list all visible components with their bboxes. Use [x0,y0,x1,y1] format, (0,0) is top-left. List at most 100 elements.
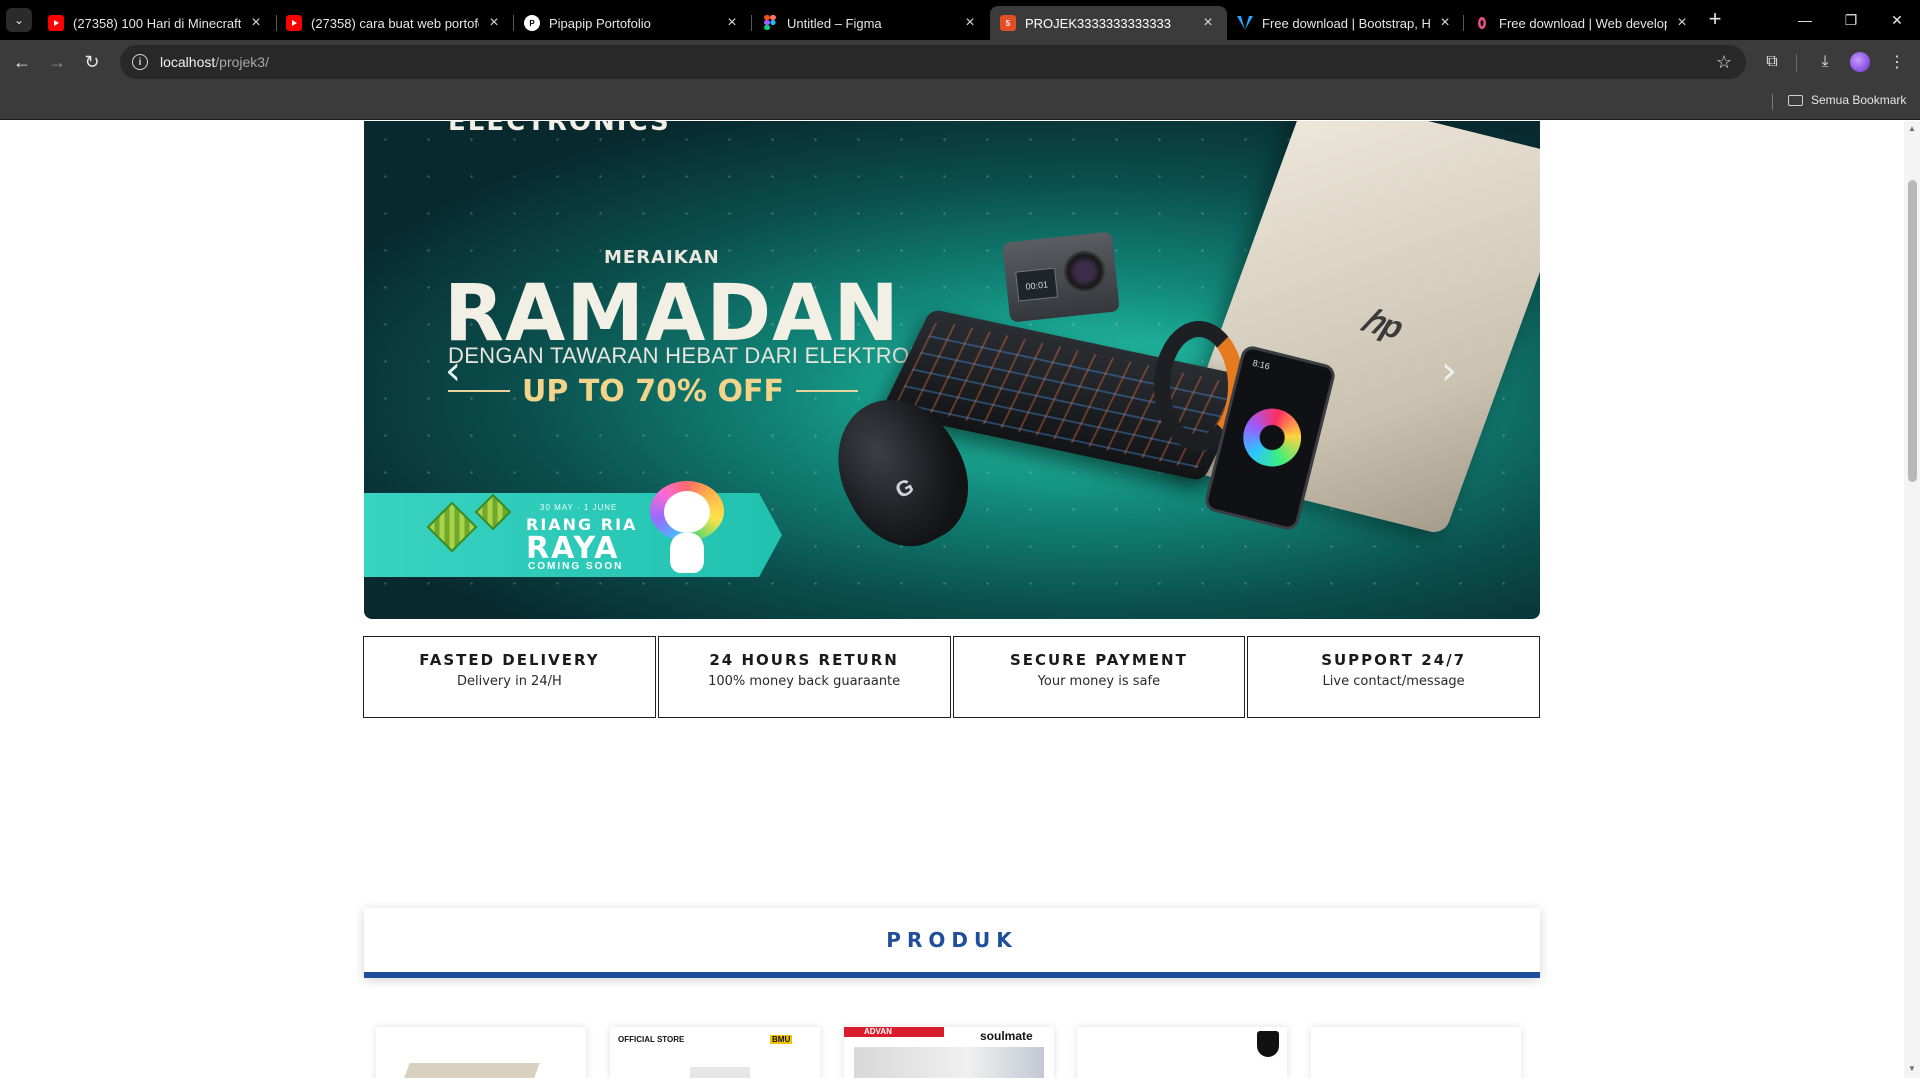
close-icon[interactable]: × [485,14,503,32]
close-icon[interactable]: × [1436,14,1454,32]
tab-youtube-minecraft[interactable]: (27358) 100 Hari di Minecraft H × [38,6,275,40]
carousel-next-button[interactable]: › [1434,351,1464,391]
laptop-logo-icon: ℎp [1357,302,1409,346]
site-info-icon[interactable]: i [132,54,148,70]
product-card[interactable]: OFFICIAL STORE BMU [610,1027,820,1078]
mascot-face [664,491,710,533]
phone-wallpaper [1237,402,1308,473]
close-icon[interactable]: × [723,14,741,32]
hero-carousel: ELECTRONICS MERAIKAN RAMADAN DENGAN TAWA… [364,121,1540,619]
offer-rule [795,390,859,392]
brand-badge: BMU [770,1035,793,1044]
mouse-logo-icon: G [891,473,918,504]
youtube-icon [48,15,64,31]
feature-title: SUPPORT 24/7 [1321,651,1467,669]
tab-title: Free download | Bootstrap, HD [1262,15,1430,31]
figma-icon [762,15,778,31]
close-icon[interactable]: × [1199,14,1217,32]
tab-pipapip-portofolio[interactable]: P Pipapip Portofolio × [514,6,751,40]
product-image [402,1063,540,1078]
menu-icon[interactable]: ⋮ [1882,47,1912,77]
close-icon[interactable]: × [961,14,979,32]
reload-button[interactable]: ↻ [77,47,107,77]
youtube-icon [286,15,302,31]
hero-brand: ELECTRONICS [448,121,671,137]
camera-screen: 00:01 [1015,267,1059,302]
profile-avatar[interactable] [1850,52,1870,72]
official-store-badge: OFFICIAL STORE [618,1035,685,1044]
soulmate-label: soulmate [980,1029,1033,1043]
mascot-image [650,481,724,577]
offer-text: UP TO 70% OFF [522,373,784,409]
url-host: localhost [160,54,216,70]
chevron-right-icon: › [1441,348,1457,394]
feature-return: 24 HOURS RETURN 100% money back guaraant… [657,636,951,718]
address-bar[interactable]: i localhost/projek3/ ☆ [120,45,1746,79]
close-icon[interactable]: × [247,14,265,32]
chevron-left-icon: ‹ [445,348,461,394]
hero-kicker: MERAIKAN [604,247,720,268]
feature-subtitle: 100% money back guaraante [708,674,901,689]
product-card[interactable] [376,1027,586,1078]
html-icon: 5 [1000,15,1016,31]
feature-support: SUPPORT 24/7 Live contact/message [1247,636,1540,718]
mascot-body [670,533,704,573]
bookmark-star-icon[interactable]: ☆ [1716,52,1732,73]
features-row: FASTED DELIVERY Delivery in 24/H 24 HOUR… [363,636,1540,718]
scroll-down-icon[interactable]: ▼ [1906,1064,1918,1074]
product-image [690,1067,750,1078]
product-card[interactable] [1311,1027,1521,1078]
bookmarks-bar: Semua Bookmark [0,84,1920,120]
feature-delivery: FASTED DELIVERY Delivery in 24/H [363,636,656,718]
page-viewport: ELECTRONICS MERAIKAN RAMADAN DENGAN TAWA… [0,121,1904,1078]
tab-title: Free download | Web developm [1499,15,1667,31]
feature-subtitle: Your money is safe [1037,674,1161,689]
tab-strip: ⌄ (27358) 100 Hari di Minecraft H × (273… [0,0,1920,40]
tab-web-development-download[interactable]: Free download | Web developm × [1464,6,1701,40]
new-tab-button[interactable]: + [1702,8,1728,32]
chevron-down-icon: ⌄ [13,13,25,27]
banner-date: 30 MAY - 1 JUNE [540,503,618,512]
forward-button[interactable]: → [42,47,72,77]
banner-line-3: COMING SOON [528,561,624,572]
toolbar-divider [1796,54,1797,72]
action-camera-image: 00:01 [1002,231,1120,323]
dribbble-icon [1474,15,1490,31]
back-button[interactable]: ← [7,47,37,77]
close-window-button[interactable]: ✕ [1874,0,1920,40]
carousel-prev-button[interactable]: ‹ [438,351,468,391]
shield-icon [1257,1031,1279,1057]
scroll-up-icon[interactable]: ▲ [1906,124,1918,134]
produk-header: PRODUK [364,908,1540,978]
tab-youtube-portofolio[interactable]: (27358) cara buat web portofoli × [276,6,513,40]
tab-title: Untitled – Figma [787,15,882,31]
all-bookmarks-label: Semua Bookmark [1811,93,1907,107]
tab-search-button[interactable]: ⌄ [6,8,32,32]
feature-title: SECURE PAYMENT [1009,651,1188,669]
hero-subline: DENGAN TAWARAN HEBAT DARI ELEKTRONIK [448,343,947,368]
feature-subtitle: Live contact/message [1322,674,1465,689]
reload-icon: ↻ [84,51,100,72]
all-bookmarks-button[interactable]: Semua Bookmark [1788,93,1906,107]
bootstrap-icon [1237,15,1253,31]
tab-figma[interactable]: Untitled – Figma × [752,6,989,40]
phone-time: 8:16 [1251,357,1271,372]
tab-title: (27358) cara buat web portofoli [311,15,479,31]
close-icon[interactable]: × [1673,14,1691,32]
product-card[interactable] [1077,1027,1287,1078]
product-image [854,1047,1044,1078]
tab-projek3[interactable]: 5 PROJEK3333333333333 × [990,6,1227,40]
minimize-button[interactable]: — [1782,0,1828,40]
restore-button[interactable]: ❐ [1828,0,1874,40]
feature-title: FASTED DELIVERY [419,651,600,669]
url-path: /projek3/ [215,54,269,70]
arrow-right-icon: → [48,51,66,72]
tab-bootstrap-download[interactable]: Free download | Bootstrap, HD × [1227,6,1464,40]
tab-title: Pipapip Portofolio [549,15,651,31]
extensions-icon[interactable]: ⧉ [1757,47,1787,77]
arrow-left-icon: ← [13,51,31,72]
hero-offer: UP TO 70% OFF [448,371,859,411]
product-card[interactable]: ADVAN soulmate [844,1027,1054,1078]
download-icon[interactable]: ⤓ [1810,47,1840,77]
scrollbar-thumb[interactable] [1908,180,1917,482]
